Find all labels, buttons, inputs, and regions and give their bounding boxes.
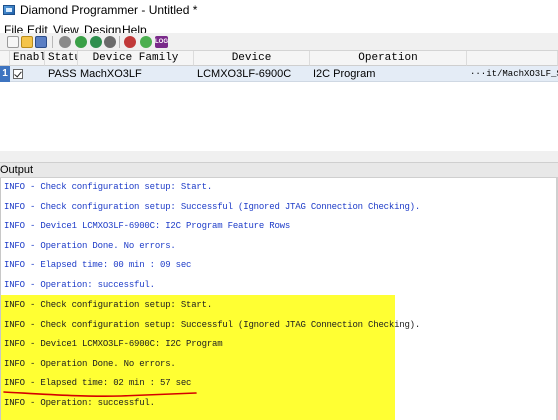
output-panel-title: Output [0,164,34,176]
column-header-file[interactable] [467,51,558,66]
settings-gear-icon[interactable] [104,36,116,48]
red-underline-annotation [3,391,197,397]
program-all-icon[interactable] [90,36,102,48]
log-line: INFO - Check configuration setup: Start. [4,300,213,310]
output-panel-header: Output [0,162,558,178]
device-cell[interactable]: LCMXO3LF-6900C [197,66,291,82]
open-folder-icon[interactable] [21,36,33,48]
device-family-cell[interactable]: MachXO3LF [80,66,142,82]
window-title: Diamond Programmer - Untitled * [20,3,198,17]
log-line: INFO - Elapsed time: 00 min : 09 sec [4,260,192,270]
log-line: INFO - Operation Done. No errors. [4,359,176,369]
pane-splitter[interactable] [0,151,558,162]
column-header-enable[interactable]: Enable [10,51,45,66]
log-line: INFO - Check configuration setup: Succes… [4,202,421,212]
log-line: INFO - Operation: successful. [4,280,155,290]
scan-chain-icon[interactable] [59,36,71,48]
toolbar-separator [52,36,53,48]
device-properties-icon[interactable] [124,36,136,48]
toolbar-separator [119,36,120,48]
column-header-device-family[interactable]: Device Family [78,51,194,66]
toolbar: LOG [0,33,558,51]
program-icon[interactable] [75,36,87,48]
row-number: 1 [0,66,10,82]
log-line: INFO - Check configuration setup: Succes… [4,320,421,330]
diamond-programmer-app-icon [3,5,15,15]
column-header-device[interactable]: Device [194,51,310,66]
go-arrow-icon[interactable] [140,36,152,48]
column-header-status[interactable]: Status [45,51,78,66]
file-cell[interactable]: ···it/MachXO3LF_Star [470,66,558,82]
save-icon[interactable] [35,36,47,48]
log-line: INFO - Device1 LCMXO3LF-6900C: I2C Progr… [4,339,223,349]
log-line: INFO - Operation: successful. [4,398,155,408]
operation-cell[interactable]: I2C Program [313,66,375,82]
log-line: INFO - Operation Done. No errors. [4,241,176,251]
log-icon[interactable]: LOG [155,36,168,48]
row-header-corner [0,51,10,66]
title-bar: Diamond Programmer - Untitled * [0,0,558,21]
column-header-operation[interactable]: Operation [310,51,467,66]
log-line: INFO - Check configuration setup: Start. [4,182,213,192]
log-line: INFO - Device1 LCMXO3LF-6900C: I2C Progr… [4,221,291,231]
new-file-icon[interactable] [7,36,19,48]
table-row[interactable]: 1 PASS MachXO3LF LCMXO3LF-6900C I2C Prog… [0,66,558,82]
status-cell: PASS [48,68,77,80]
enable-checkbox[interactable] [13,69,23,79]
device-table: Enable Status Device Family Device Opera… [0,51,558,151]
output-log[interactable]: INFO - Check configuration setup: Start.… [0,178,558,420]
